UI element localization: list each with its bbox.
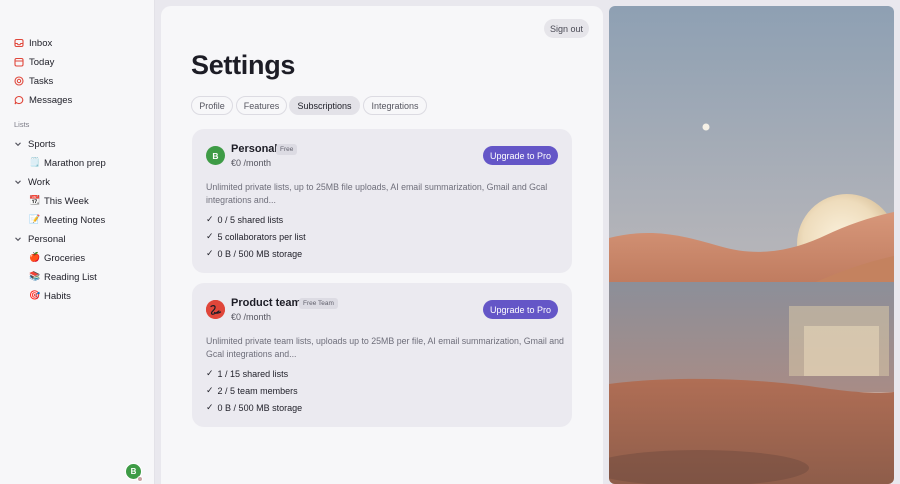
sidebar-item-label: Tasks xyxy=(29,75,54,87)
group-label: Sports xyxy=(28,138,56,150)
list-item-meeting-notes[interactable]: 📝 Meeting Notes xyxy=(29,211,105,229)
sidebar-item-tasks[interactable]: Tasks xyxy=(14,72,53,90)
settings-panel: Sign out Settings Profile Features Subsc… xyxy=(161,6,603,484)
check-icon: ✓ xyxy=(206,232,214,242)
list-item-label: Groceries xyxy=(44,252,86,264)
list-item-reading-list[interactable]: 📚 Reading List xyxy=(29,268,97,286)
list-item-label: Habits xyxy=(44,290,71,302)
list-item-label: Marathon prep xyxy=(44,157,106,169)
sidebar-item-label: Inbox xyxy=(29,37,53,49)
team-logo-icon xyxy=(206,300,225,319)
group-label: Work xyxy=(28,176,50,188)
list-item-label: Reading List xyxy=(44,271,97,283)
list-item-this-week[interactable]: 📆 This Week xyxy=(29,192,89,210)
feature-label: 5 collaborators per list xyxy=(217,232,306,242)
page-title: Settings xyxy=(191,50,296,80)
plan-badge: Free xyxy=(276,144,298,155)
calendar-emoji-icon: 📆 xyxy=(29,196,41,206)
check-icon: ✓ xyxy=(206,386,214,396)
plan-price: €0 /month xyxy=(231,158,272,168)
plan-card-personal: B Personal Free €0 /month Upgrade to Pro… xyxy=(192,129,572,273)
feature-label: 0 B / 500 MB storage xyxy=(217,403,303,413)
status-indicator xyxy=(137,476,143,482)
plan-price: €0 /month xyxy=(231,312,272,322)
sidebar-item-inbox[interactable]: Inbox xyxy=(14,34,52,52)
list-item-habits[interactable]: 🎯 Habits xyxy=(29,287,71,305)
feature-label: 1 / 15 shared lists xyxy=(217,369,289,379)
plan-avatar: B xyxy=(206,146,225,165)
notepad-icon: 🗒️ xyxy=(29,158,41,168)
check-icon: ✓ xyxy=(206,369,214,379)
chevron-down-icon[interactable] xyxy=(14,140,22,148)
sidebar-item-label: Today xyxy=(29,56,55,68)
chat-icon xyxy=(14,95,24,105)
plan-name: Personal xyxy=(231,143,278,155)
sidebar-item-messages[interactable]: Messages xyxy=(14,91,72,109)
feature-label: 0 B / 500 MB storage xyxy=(217,249,303,259)
upgrade-button[interactable]: Upgrade to Pro xyxy=(483,146,558,165)
sidebar-item-today[interactable]: Today xyxy=(14,53,54,71)
check-icon: ✓ xyxy=(206,249,214,259)
plan-feature: ✓ 0 B / 500 MB storage xyxy=(206,402,302,414)
feature-label: 0 / 5 shared lists xyxy=(217,215,284,225)
chevron-down-icon[interactable] xyxy=(14,235,22,243)
desert-moon-illustration xyxy=(609,6,894,484)
chevron-down-icon[interactable] xyxy=(14,178,22,186)
memo-icon: 📝 xyxy=(29,215,41,225)
list-item-label: This Week xyxy=(44,195,89,207)
tab-profile[interactable]: Profile xyxy=(191,96,233,115)
plan-feature: ✓ 1 / 15 shared lists xyxy=(206,368,288,380)
list-item-label: Meeting Notes xyxy=(44,214,106,226)
tab-features[interactable]: Features xyxy=(236,96,287,115)
sidebar-group-personal[interactable]: Personal xyxy=(14,230,66,248)
target-emoji-icon: 🎯 xyxy=(29,291,41,301)
plan-feature: ✓ 0 B / 500 MB storage xyxy=(206,248,302,260)
plan-feature: ✓ 2 / 5 team members xyxy=(206,385,298,397)
plan-card-product-team: Product team Free Team €0 /month Upgrade… xyxy=(192,283,572,427)
plan-description: Unlimited private lists, up to 25MB file… xyxy=(206,182,548,205)
upgrade-button[interactable]: Upgrade to Pro xyxy=(483,300,558,319)
tab-integrations[interactable]: Integrations xyxy=(363,96,427,115)
apple-icon: 🍎 xyxy=(29,253,41,263)
plan-feature: ✓ 5 collaborators per list xyxy=(206,231,306,243)
group-label: Personal xyxy=(28,233,66,245)
inbox-icon xyxy=(14,38,24,48)
lists-heading: Lists xyxy=(14,120,30,129)
sign-out-button[interactable]: Sign out xyxy=(544,19,589,38)
plan-description: Unlimited private team lists, uploads up… xyxy=(206,336,564,359)
calendar-icon xyxy=(14,57,24,67)
list-item-groceries[interactable]: 🍎 Groceries xyxy=(29,249,85,267)
books-icon: 📚 xyxy=(29,272,41,282)
sidebar-group-sports[interactable]: Sports xyxy=(14,135,55,153)
check-icon: ✓ xyxy=(206,403,214,413)
feature-label: 2 / 5 team members xyxy=(217,386,298,396)
sidebar-group-work[interactable]: Work xyxy=(14,173,50,191)
sidebar: Inbox Today Tasks Messages Lists Sports … xyxy=(0,0,155,484)
plan-feature: ✓ 0 / 5 shared lists xyxy=(206,214,283,226)
target-icon xyxy=(14,76,24,86)
plan-name: Product team xyxy=(231,297,302,309)
sidebar-item-label: Messages xyxy=(29,94,73,106)
plan-badge: Free Team xyxy=(299,298,338,309)
tab-subscriptions[interactable]: Subscriptions xyxy=(289,96,360,115)
check-icon: ✓ xyxy=(206,215,214,225)
list-item-marathon-prep[interactable]: 🗒️ Marathon prep xyxy=(29,154,106,172)
